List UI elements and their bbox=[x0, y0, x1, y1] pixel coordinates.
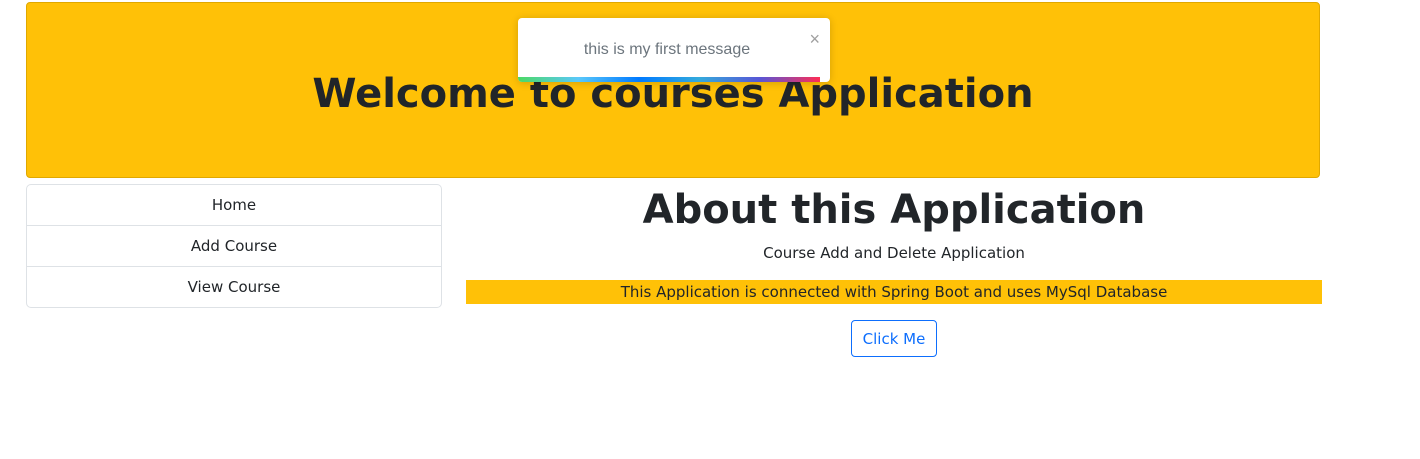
sidebar-menu: Home Add Course View Course bbox=[26, 184, 442, 308]
main-content: About this Application Course Add and De… bbox=[466, 184, 1322, 357]
sidebar-item-home[interactable]: Home bbox=[27, 185, 441, 226]
page-subtitle: Course Add and Delete Application bbox=[763, 244, 1025, 262]
click-me-button[interactable]: Click Me bbox=[851, 320, 937, 357]
page-title: About this Application bbox=[642, 187, 1146, 233]
close-icon[interactable]: × bbox=[809, 30, 820, 48]
info-banner: This Application is connected with Sprin… bbox=[466, 280, 1322, 304]
page: Welcome to courses Application this is m… bbox=[0, 0, 1420, 459]
toast-notification: this is my first message × bbox=[518, 18, 830, 82]
toast-message: this is my first message bbox=[583, 41, 751, 58]
sidebar-item-add-course[interactable]: Add Course bbox=[27, 226, 441, 267]
toast-progress-bar bbox=[518, 77, 820, 82]
sidebar-item-view-course[interactable]: View Course bbox=[27, 267, 441, 308]
